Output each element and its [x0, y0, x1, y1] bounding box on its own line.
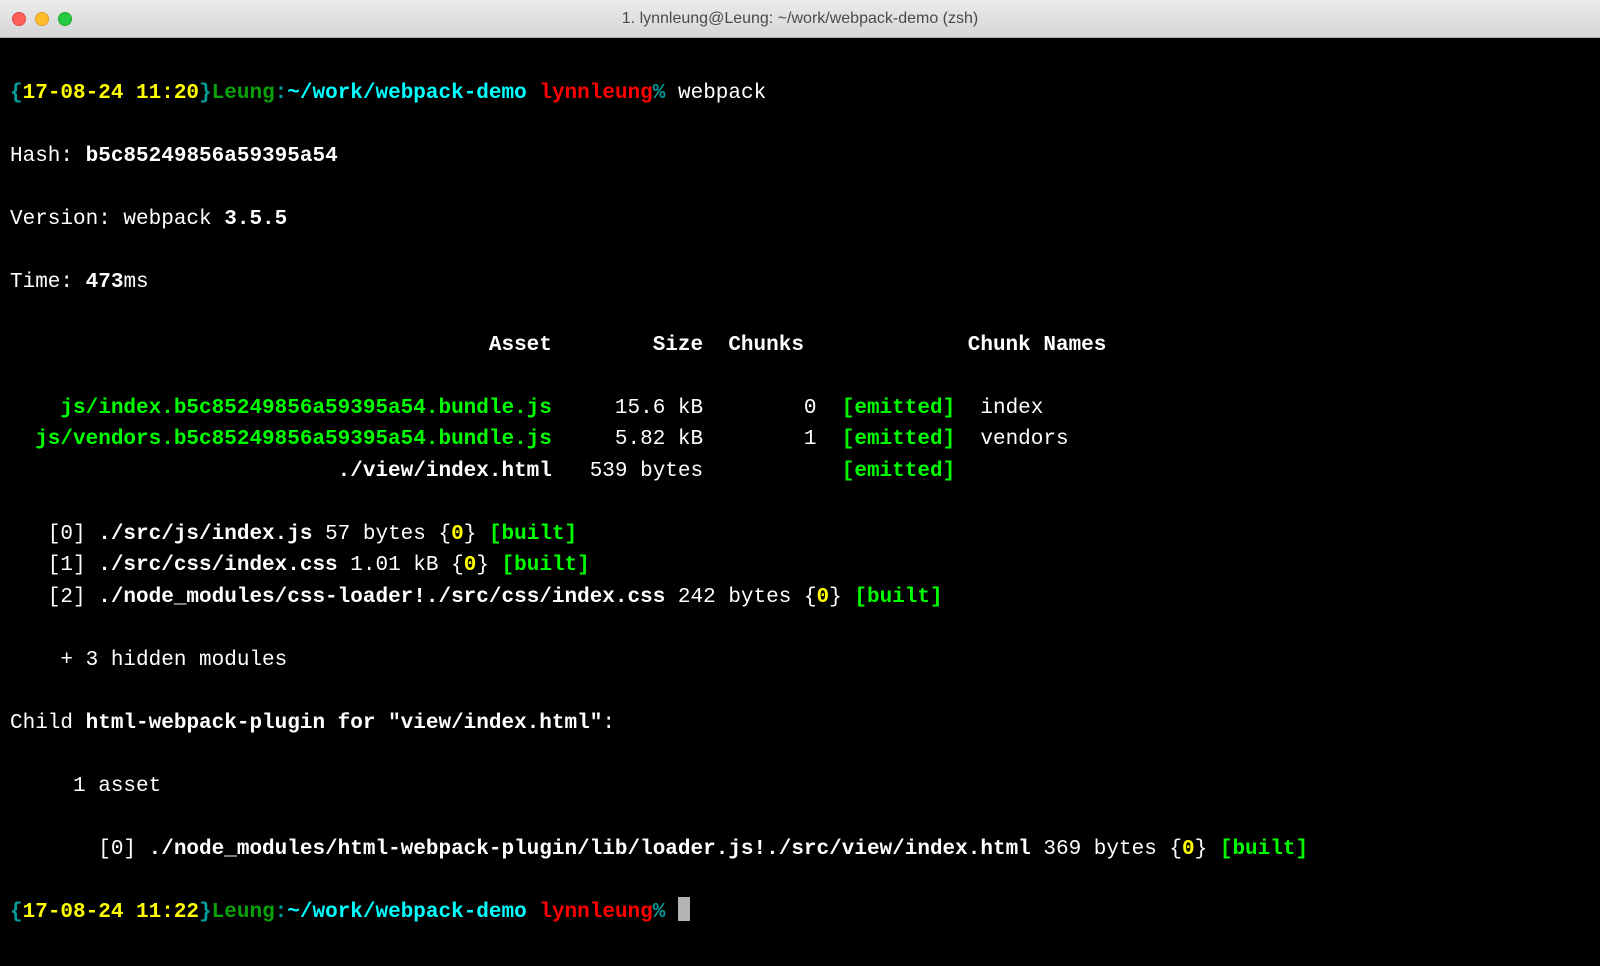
- asset-header: Asset Size Chunks Chunk Names: [10, 334, 1106, 357]
- cursor-icon: [678, 897, 690, 921]
- prompt-line: {17-08-24 11:20}Leung:~/work/webpack-dem…: [10, 78, 1590, 110]
- asset-status: [emitted]: [842, 460, 955, 483]
- brace-close: }: [199, 82, 212, 105]
- prompt-pct: %: [653, 82, 666, 105]
- hidden-modules-line: + 3 hidden modules: [10, 645, 1590, 677]
- prompt-pct: %: [653, 901, 666, 924]
- prompt-timestamp: 17-08-24 11:22: [23, 901, 199, 924]
- asset-row: js/vendors.b5c85249856a59395a54.bundle.j…: [10, 424, 1590, 456]
- brace-open: {: [451, 554, 464, 577]
- version-prefix: webpack: [123, 208, 224, 231]
- prompt-path: ~/work/webpack-demo: [287, 901, 526, 924]
- prompt-user: lynnleung: [539, 82, 652, 105]
- prompt-timestamp: 17-08-24 11:20: [23, 82, 199, 105]
- brace-close: }: [1195, 838, 1208, 861]
- module-row: [0] ./node_modules/html-webpack-plugin/l…: [10, 834, 1590, 866]
- prompt-user: lynnleung: [539, 901, 652, 924]
- child-prefix: Child: [10, 712, 86, 735]
- child-colon: :: [602, 712, 615, 735]
- asset-name: js/vendors.b5c85249856a59395a54.bundle.j…: [10, 428, 552, 451]
- brace-open: {: [1169, 838, 1182, 861]
- brace-close: }: [476, 554, 489, 577]
- time-value: 473: [86, 271, 124, 294]
- asset-name: ./view/index.html: [10, 460, 552, 483]
- asset-status: [emitted]: [842, 397, 955, 420]
- module-status: [built]: [489, 523, 577, 546]
- asset-row: js/index.b5c85249856a59395a54.bundle.js …: [10, 393, 1590, 425]
- brace-close: }: [464, 523, 477, 546]
- prompt-host: Leung: [212, 82, 275, 105]
- module-status: [built]: [1220, 838, 1308, 861]
- window-title: 1. lynnleung@Leung: ~/work/webpack-demo …: [0, 7, 1600, 31]
- module-chunk: 0: [817, 586, 830, 609]
- hash-value: b5c85249856a59395a54: [86, 145, 338, 168]
- asset-name: js/index.b5c85249856a59395a54.bundle.js: [10, 397, 552, 420]
- modules-block: [0] ./src/js/index.js 57 bytes {0} [buil…: [10, 519, 1590, 614]
- window-titlebar: 1. lynnleung@Leung: ~/work/webpack-demo …: [0, 0, 1600, 38]
- module-path: ./src/js/index.js: [98, 523, 312, 546]
- hash-label: Hash:: [10, 145, 86, 168]
- module-row: [0] ./src/js/index.js 57 bytes {0} [buil…: [10, 519, 1590, 551]
- version-value: 3.5.5: [224, 208, 287, 231]
- assets-block: js/index.b5c85249856a59395a54.bundle.js …: [10, 393, 1590, 488]
- module-status: [built]: [854, 586, 942, 609]
- module-row: [2] ./node_modules/css-loader!./src/css/…: [10, 582, 1590, 614]
- asset-row: ./view/index.html 539 bytes [emitted]: [10, 456, 1590, 488]
- command-text: webpack: [678, 82, 766, 105]
- module-row: [1] ./src/css/index.css 1.01 kB {0} [bui…: [10, 550, 1590, 582]
- zoom-icon[interactable]: [58, 12, 72, 26]
- time-suffix: ms: [123, 271, 148, 294]
- minimize-icon[interactable]: [35, 12, 49, 26]
- module-chunk: 0: [464, 554, 477, 577]
- prompt-host: Leung: [212, 901, 275, 924]
- terminal-content[interactable]: {17-08-24 11:20}Leung:~/work/webpack-dem…: [0, 38, 1600, 966]
- traffic-lights: [12, 12, 72, 26]
- brace-open: {: [10, 82, 23, 105]
- module-status: [built]: [502, 554, 590, 577]
- brace-open: {: [439, 523, 452, 546]
- module-path: ./src/css/index.css: [98, 554, 337, 577]
- asset-header-line: Asset Size Chunks Chunk Names: [10, 330, 1590, 362]
- hash-line: Hash: b5c85249856a59395a54: [10, 141, 1590, 173]
- prompt-line: {17-08-24 11:22}Leung:~/work/webpack-dem…: [10, 897, 1590, 929]
- child-asset-line: 1 asset: [10, 771, 1590, 803]
- module-chunk: 0: [451, 523, 464, 546]
- asset-status: [emitted]: [842, 428, 955, 451]
- brace-open: {: [10, 901, 23, 924]
- child-label: html-webpack-plugin for "view/index.html…: [86, 712, 603, 735]
- prompt-path: ~/work/webpack-demo: [287, 82, 526, 105]
- time-label: Time:: [10, 271, 86, 294]
- time-line: Time: 473ms: [10, 267, 1590, 299]
- module-path: ./node_modules/css-loader!./src/css/inde…: [98, 586, 665, 609]
- prompt-sep: :: [275, 82, 288, 105]
- prompt-sep: :: [275, 901, 288, 924]
- child-line: Child html-webpack-plugin for "view/inde…: [10, 708, 1590, 740]
- brace-close: }: [199, 901, 212, 924]
- module-chunk: 0: [1182, 838, 1195, 861]
- module-path: ./node_modules/html-webpack-plugin/lib/l…: [149, 838, 1031, 861]
- version-line: Version: webpack 3.5.5: [10, 204, 1590, 236]
- close-icon[interactable]: [12, 12, 26, 26]
- brace-close: }: [829, 586, 842, 609]
- brace-open: {: [804, 586, 817, 609]
- version-label: Version:: [10, 208, 123, 231]
